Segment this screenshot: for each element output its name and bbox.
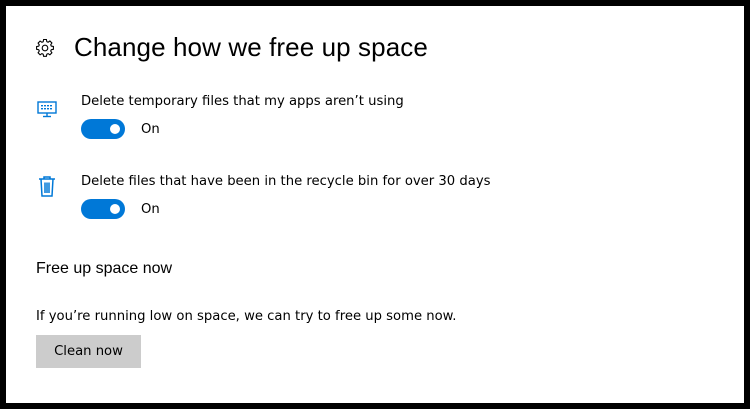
toggle-row: On xyxy=(81,119,160,139)
clean-now-button[interactable]: Clean now xyxy=(36,335,141,368)
toggle-state-label: On xyxy=(141,201,160,217)
temp-files-toggle[interactable] xyxy=(81,119,125,139)
toggle-knob xyxy=(110,204,120,214)
section-heading: Free up space now xyxy=(36,260,173,277)
page-header: Change how we free up space xyxy=(35,32,428,63)
recycle-bin-toggle[interactable] xyxy=(81,199,125,219)
section-description: If you’re running low on space, we can t… xyxy=(36,309,457,324)
toggle-state-label: On xyxy=(141,121,160,137)
recycle-bin-icon xyxy=(39,176,55,197)
temp-files-icon xyxy=(37,101,57,118)
setting-description: Delete temporary files that my apps aren… xyxy=(81,94,404,109)
gear-icon xyxy=(36,38,54,57)
toggle-knob xyxy=(110,124,120,134)
toggle-row: On xyxy=(81,199,160,219)
page-title: Change how we free up space xyxy=(74,32,428,62)
setting-description: Delete files that have been in the recyc… xyxy=(81,174,491,189)
settings-window: Change how we free up space Delete tempo… xyxy=(6,6,744,403)
